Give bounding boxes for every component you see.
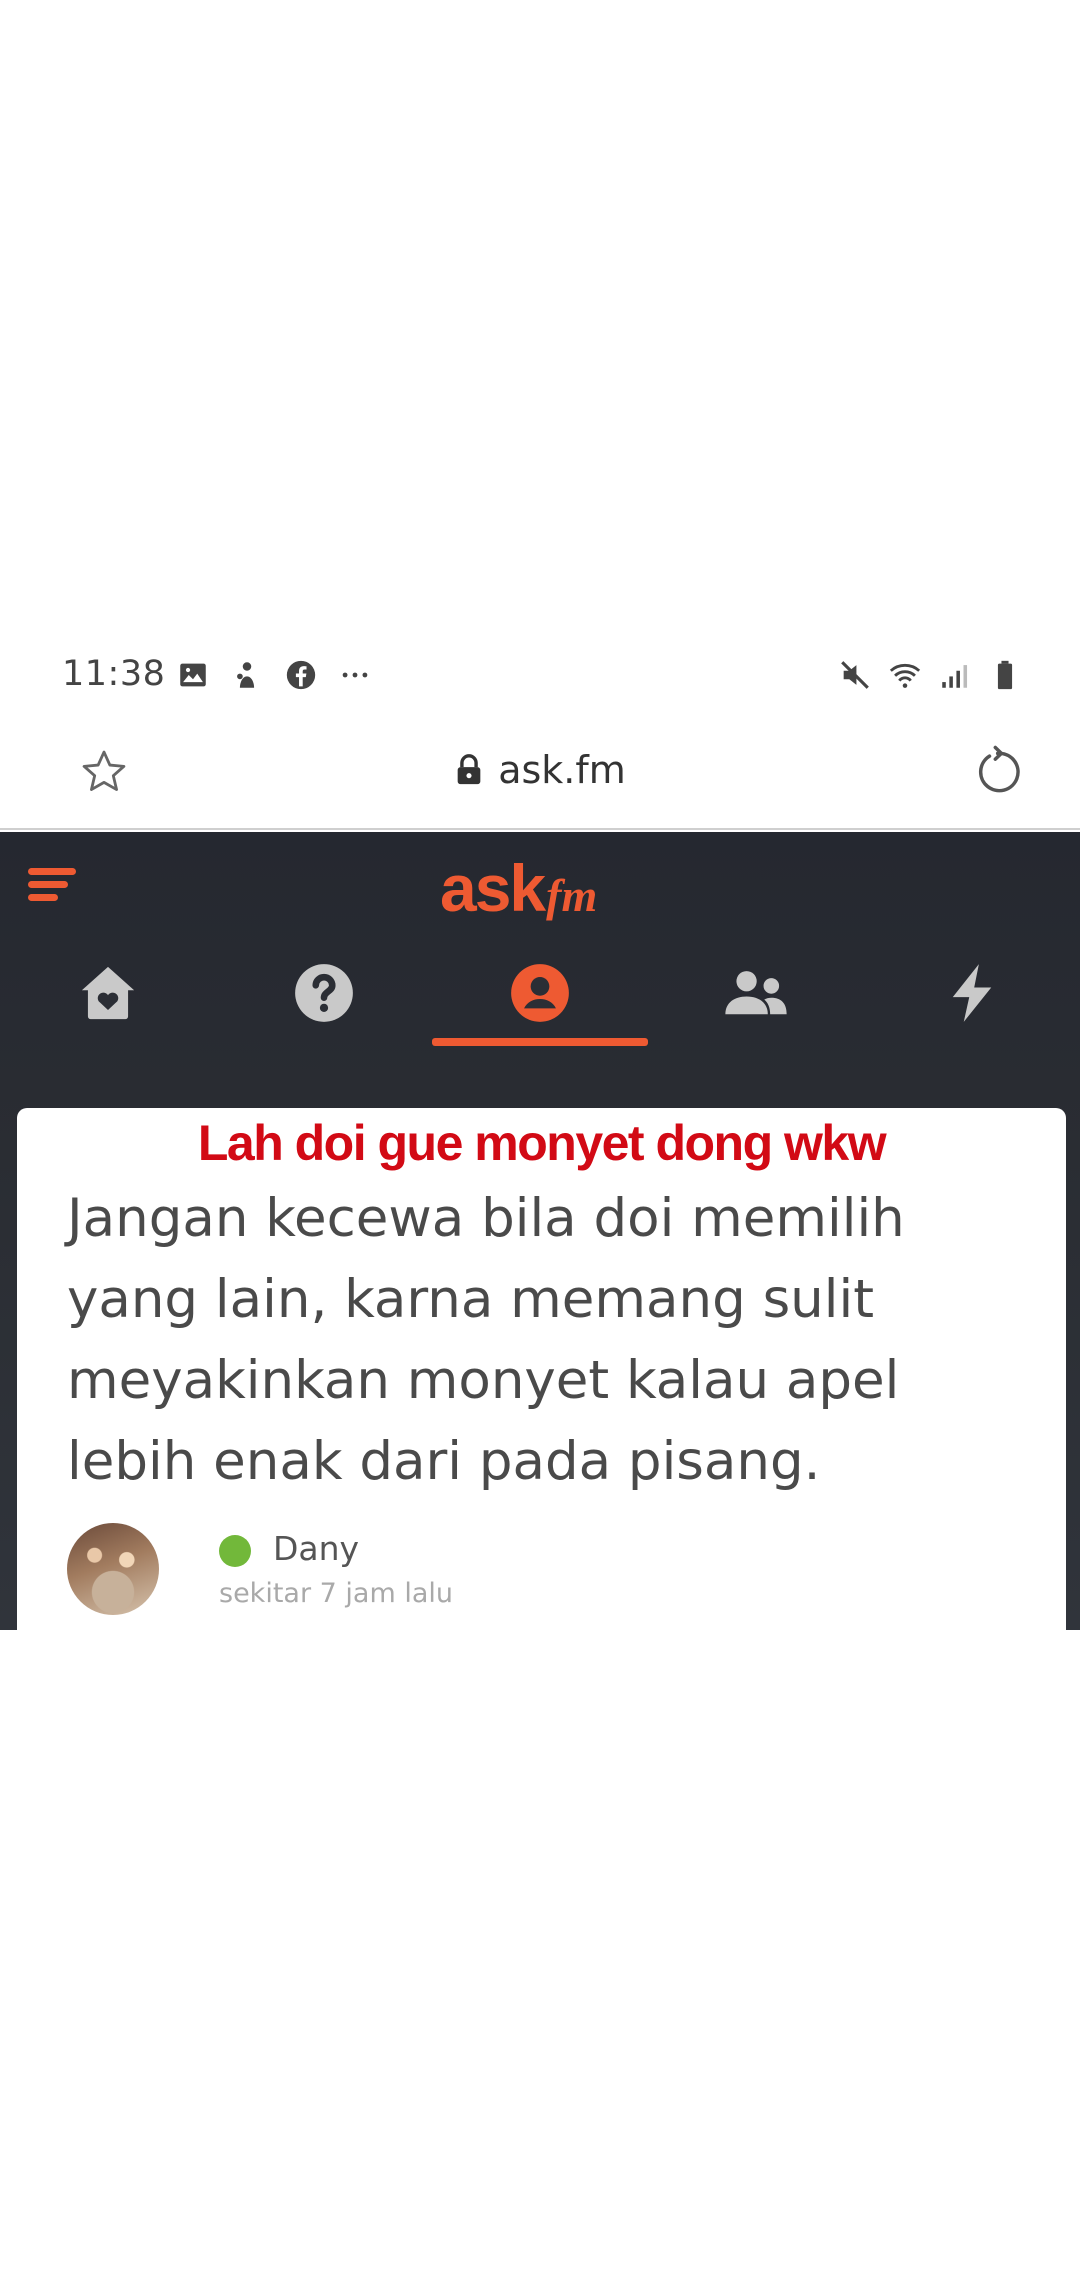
- author-name[interactable]: Dany: [273, 1529, 359, 1568]
- answer-line: Jangan kecewa bila doi memilih: [67, 1188, 905, 1249]
- tab-profile[interactable]: [432, 950, 648, 1046]
- url-text: ask.fm: [498, 748, 626, 792]
- tab-questions[interactable]: [216, 950, 432, 1046]
- signal-icon: [942, 665, 968, 688]
- wifi-icon: [889, 663, 921, 688]
- avatar[interactable]: [67, 1523, 159, 1615]
- online-status-icon: [219, 1535, 251, 1567]
- post-time: sekitar 7 jam lalu: [219, 1578, 453, 1609]
- lightning-icon: [952, 964, 992, 1022]
- status-system-icons: [838, 658, 1022, 692]
- answer-line: yang lain, karna memang sulit: [67, 1269, 875, 1330]
- status-time: 11:38: [62, 654, 166, 694]
- question-icon: [295, 964, 353, 1022]
- friends-icon: [725, 971, 787, 1015]
- logo-fm: fm: [546, 870, 598, 921]
- browser-address-bar: ask.fm: [0, 718, 1080, 830]
- author-info: Dany sekitar 7 jam lalu: [67, 1523, 767, 1623]
- status-notification-icons: [176, 658, 372, 692]
- tab-home[interactable]: [0, 950, 216, 1046]
- home-heart-icon: [81, 966, 135, 1020]
- answer-card: Lah doi gue monyet dong wkw Jangan kecew…: [17, 1108, 1066, 1630]
- app-icon: [237, 662, 255, 688]
- tab-activity[interactable]: [864, 950, 1080, 1046]
- more-dots-icon: [342, 672, 368, 678]
- status-bar: 11:38: [0, 640, 1080, 710]
- answer-line: lebih enak dari pada pisang.: [67, 1431, 821, 1492]
- tab-friends[interactable]: [648, 950, 864, 1046]
- askfm-logo[interactable]: ask fm: [440, 850, 597, 926]
- facebook-icon: [286, 660, 316, 690]
- gallery-icon: [180, 663, 206, 687]
- lock-icon: [457, 754, 481, 785]
- nav-tabs: [0, 950, 1080, 1046]
- battery-icon: [997, 660, 1013, 690]
- profile-icon: [511, 964, 569, 1022]
- menu-icon[interactable]: [26, 860, 80, 910]
- reload-icon[interactable]: [972, 744, 1028, 800]
- answer-line: meyakinkan monyet kalau apel: [67, 1350, 900, 1411]
- app-header: ask fm Lah doi gue monyet dong wkw Janga…: [0, 832, 1080, 1630]
- mute-icon: [841, 661, 869, 689]
- url-field[interactable]: ask.fm: [0, 748, 1080, 792]
- logo-ask: ask: [440, 851, 546, 925]
- caption-overlay: Lah doi gue monyet dong wkw: [197, 1115, 887, 1171]
- answer-text: Jangan kecewa bila doi memilih yang lain…: [67, 1178, 1027, 1502]
